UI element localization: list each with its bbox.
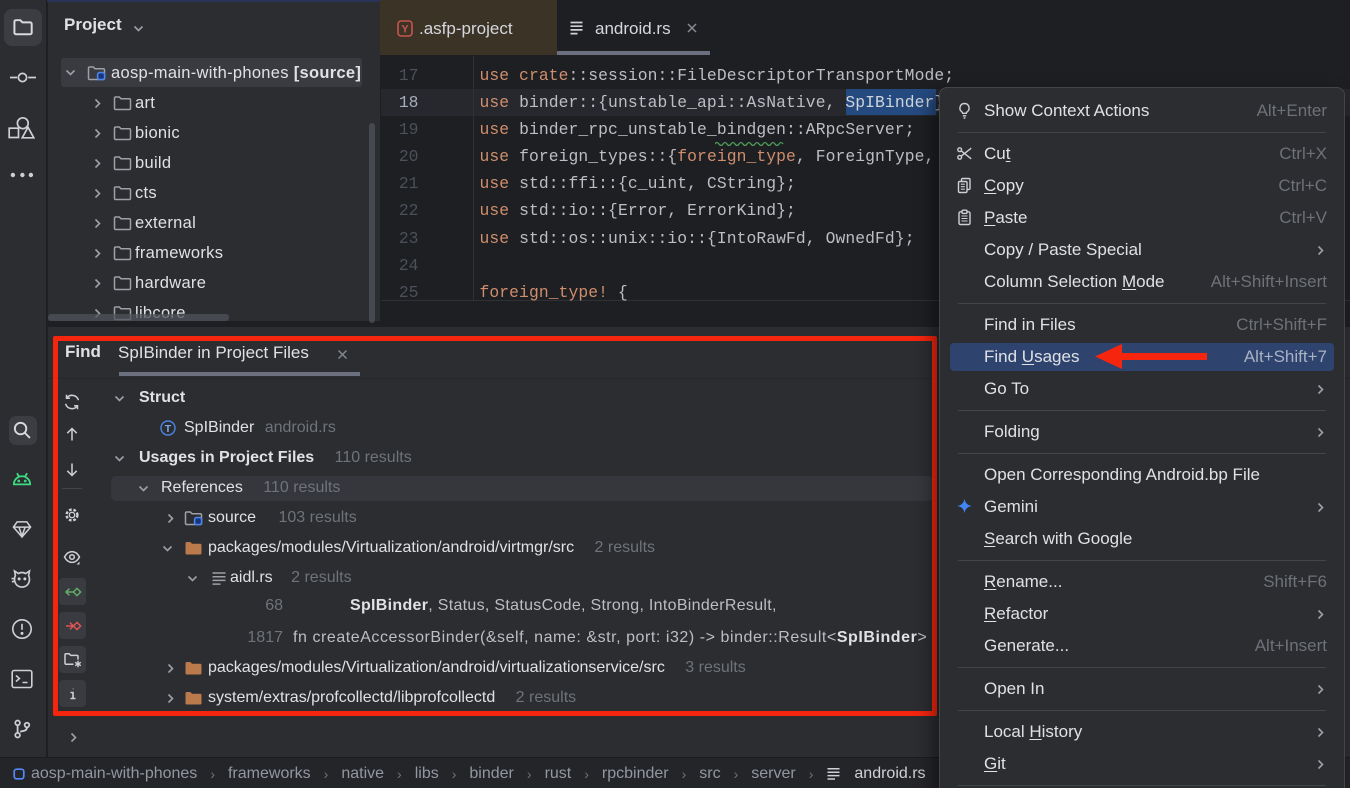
svg-text:Y: Y bbox=[401, 24, 409, 36]
